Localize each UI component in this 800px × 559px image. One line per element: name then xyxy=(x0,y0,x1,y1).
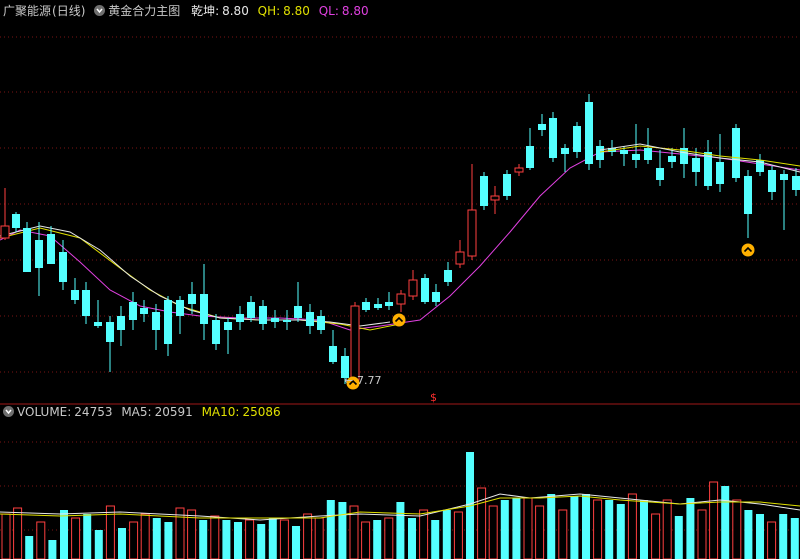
qk-label: 乾坤: xyxy=(191,4,220,18)
qk-line xyxy=(0,225,391,327)
volume-header: VOLUME: 24753 MA5: 20591 MA10: 25086 xyxy=(0,404,286,420)
kline-chart[interactable]: ← 7.77 $ xyxy=(0,0,800,559)
stock-name: 广聚能源 xyxy=(3,4,52,18)
qh-label: QH: xyxy=(257,4,281,18)
grid-lines xyxy=(0,36,800,531)
volume-collapse-icon[interactable] xyxy=(3,406,14,417)
ma10-value: 25086 xyxy=(242,405,281,419)
volume-bars xyxy=(1,452,799,559)
qk-value: 8.80 xyxy=(222,4,249,18)
volume-value: 24753 xyxy=(74,405,113,419)
ma10-label: MA10: xyxy=(201,405,240,419)
buy-signal-icon xyxy=(392,313,406,327)
low-price-label: 7.77 xyxy=(357,374,382,387)
ql-label: QL: xyxy=(318,4,339,18)
ma5-value: 20591 xyxy=(154,405,193,419)
low-arrow-icon: ← xyxy=(344,374,353,387)
ql-value: 8.80 xyxy=(341,4,369,18)
buy-signals xyxy=(346,243,755,390)
collapse-icon[interactable] xyxy=(94,5,106,16)
ma5-label: MA5: xyxy=(121,405,152,419)
indicator-name[interactable]: 黄金合力主图 xyxy=(108,4,180,18)
candles xyxy=(0,94,800,386)
dollar-marker: $ xyxy=(430,391,437,404)
period-label: (日线) xyxy=(52,4,86,18)
main-header: 广聚能源(日线) 黄金合力主图 乾坤: 8.80 QH: 8.80 QL: 8.80 xyxy=(0,3,374,19)
buy-signal-icon xyxy=(741,243,755,257)
volume-label: VOLUME: xyxy=(17,405,72,419)
qh-value: 8.80 xyxy=(283,4,310,18)
